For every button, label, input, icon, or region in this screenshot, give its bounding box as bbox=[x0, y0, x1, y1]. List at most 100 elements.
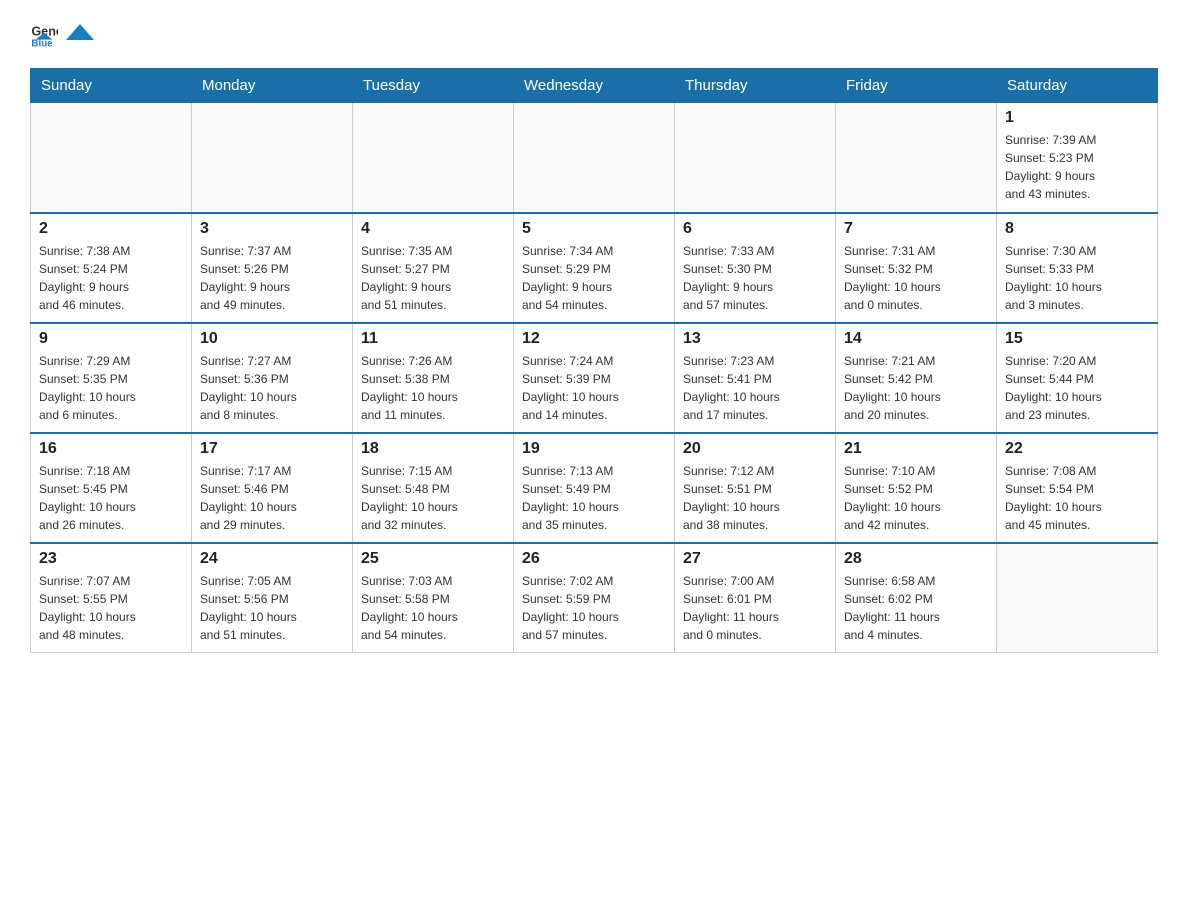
calendar-week-row: 9 Sunrise: 7:29 AM Sunset: 5:35 PM Daylig… bbox=[31, 323, 1158, 433]
day-info: Sunrise: 7:03 AM Sunset: 5:58 PM Dayligh… bbox=[361, 572, 505, 644]
day-number: 3 bbox=[200, 220, 344, 238]
calendar-day-cell: 3 Sunrise: 7:37 AM Sunset: 5:26 PM Daylig… bbox=[192, 213, 353, 323]
col-monday: Monday bbox=[192, 69, 353, 103]
day-info: Sunrise: 7:13 AM Sunset: 5:49 PM Dayligh… bbox=[522, 462, 666, 534]
day-info: Sunrise: 7:12 AM Sunset: 5:51 PM Dayligh… bbox=[683, 462, 827, 534]
svg-text:Blue: Blue bbox=[31, 39, 53, 48]
day-number: 13 bbox=[683, 330, 827, 348]
day-info: Sunrise: 7:34 AM Sunset: 5:29 PM Dayligh… bbox=[522, 242, 666, 314]
day-info: Sunrise: 7:08 AM Sunset: 5:54 PM Dayligh… bbox=[1005, 462, 1149, 534]
logo-triangle-icon bbox=[66, 20, 94, 48]
calendar-day-cell: 24 Sunrise: 7:05 AM Sunset: 5:56 PM Dayli… bbox=[192, 543, 353, 653]
calendar-day-cell: 11 Sunrise: 7:26 AM Sunset: 5:38 PM Dayli… bbox=[353, 323, 514, 433]
day-info: Sunrise: 7:37 AM Sunset: 5:26 PM Dayligh… bbox=[200, 242, 344, 314]
day-info: Sunrise: 7:30 AM Sunset: 5:33 PM Dayligh… bbox=[1005, 242, 1149, 314]
calendar-day-cell: 13Sunrise: 7:23 AM Sunset: 5:41 PM Dayli… bbox=[675, 323, 836, 433]
day-number: 11 bbox=[361, 330, 505, 348]
calendar-day-cell: 6 Sunrise: 7:33 AM Sunset: 5:30 PM Daylig… bbox=[675, 213, 836, 323]
calendar-day-cell: 12 Sunrise: 7:24 AM Sunset: 5:39 PM Dayli… bbox=[514, 323, 675, 433]
day-number: 10 bbox=[200, 330, 344, 348]
calendar-header-row: Sunday Monday Tuesday Wednesday Thursday… bbox=[31, 69, 1158, 103]
day-info: Sunrise: 7:18 AM Sunset: 5:45 PM Dayligh… bbox=[39, 462, 183, 534]
day-number: 26 bbox=[522, 550, 666, 568]
calendar-day-cell: 1 Sunrise: 7:39 AM Sunset: 5:23 PM Daylig… bbox=[997, 103, 1158, 213]
day-number: 16 bbox=[39, 440, 183, 458]
day-number: 24 bbox=[200, 550, 344, 568]
calendar-day-cell bbox=[353, 103, 514, 213]
calendar-week-row: 1 Sunrise: 7:39 AM Sunset: 5:23 PM Daylig… bbox=[31, 103, 1158, 213]
calendar-table: Sunday Monday Tuesday Wednesday Thursday… bbox=[30, 68, 1158, 653]
day-info: Sunrise: 7:07 AM Sunset: 5:55 PM Dayligh… bbox=[39, 572, 183, 644]
day-info: Sunrise: 7:31 AM Sunset: 5:32 PM Dayligh… bbox=[844, 242, 988, 314]
day-info: Sunrise: 7:10 AM Sunset: 5:52 PM Dayligh… bbox=[844, 462, 988, 534]
day-number: 6 bbox=[683, 220, 827, 238]
day-number: 8 bbox=[1005, 220, 1149, 238]
day-number: 19 bbox=[522, 440, 666, 458]
day-number: 18 bbox=[361, 440, 505, 458]
day-number: 4 bbox=[361, 220, 505, 238]
day-info: Sunrise: 7:26 AM Sunset: 5:38 PM Dayligh… bbox=[361, 352, 505, 424]
day-info: Sunrise: 7:29 AM Sunset: 5:35 PM Dayligh… bbox=[39, 352, 183, 424]
day-info: Sunrise: 7:38 AM Sunset: 5:24 PM Dayligh… bbox=[39, 242, 183, 314]
calendar-day-cell: 4 Sunrise: 7:35 AM Sunset: 5:27 PM Daylig… bbox=[353, 213, 514, 323]
col-saturday: Saturday bbox=[997, 69, 1158, 103]
day-number: 9 bbox=[39, 330, 183, 348]
logo-icon: General Blue bbox=[30, 20, 58, 48]
col-thursday: Thursday bbox=[675, 69, 836, 103]
calendar-day-cell: 7 Sunrise: 7:31 AM Sunset: 5:32 PM Daylig… bbox=[836, 213, 997, 323]
day-number: 20 bbox=[683, 440, 827, 458]
calendar-day-cell: 23 Sunrise: 7:07 AM Sunset: 5:55 PM Dayli… bbox=[31, 543, 192, 653]
logo: General Blue bbox=[30, 20, 96, 48]
calendar-day-cell: 21 Sunrise: 7:10 AM Sunset: 5:52 PM Dayli… bbox=[836, 433, 997, 543]
day-info: Sunrise: 7:33 AM Sunset: 5:30 PM Dayligh… bbox=[683, 242, 827, 314]
calendar-day-cell: 10 Sunrise: 7:27 AM Sunset: 5:36 PM Dayli… bbox=[192, 323, 353, 433]
calendar-day-cell: 18 Sunrise: 7:15 AM Sunset: 5:48 PM Dayli… bbox=[353, 433, 514, 543]
day-number: 1 bbox=[1005, 109, 1149, 127]
day-info: Sunrise: 7:27 AM Sunset: 5:36 PM Dayligh… bbox=[200, 352, 344, 424]
calendar-day-cell: 8 Sunrise: 7:30 AM Sunset: 5:33 PM Daylig… bbox=[997, 213, 1158, 323]
day-info: Sunrise: 7:39 AM Sunset: 5:23 PM Dayligh… bbox=[1005, 131, 1149, 203]
day-number: 17 bbox=[200, 440, 344, 458]
day-number: 21 bbox=[844, 440, 988, 458]
day-number: 7 bbox=[844, 220, 988, 238]
calendar-day-cell: 15 Sunrise: 7:20 AM Sunset: 5:44 PM Dayli… bbox=[997, 323, 1158, 433]
col-sunday: Sunday bbox=[31, 69, 192, 103]
day-info: Sunrise: 6:58 AM Sunset: 6:02 PM Dayligh… bbox=[844, 572, 988, 644]
calendar-day-cell: 16 Sunrise: 7:18 AM Sunset: 5:45 PM Dayli… bbox=[31, 433, 192, 543]
calendar-day-cell: 19 Sunrise: 7:13 AM Sunset: 5:49 PM Dayli… bbox=[514, 433, 675, 543]
calendar-day-cell: 28 Sunrise: 6:58 AM Sunset: 6:02 PM Dayli… bbox=[836, 543, 997, 653]
day-info: Sunrise: 7:15 AM Sunset: 5:48 PM Dayligh… bbox=[361, 462, 505, 534]
day-info: Sunrise: 7:00 AM Sunset: 6:01 PM Dayligh… bbox=[683, 572, 827, 644]
day-number: 2 bbox=[39, 220, 183, 238]
calendar-day-cell: 5Sunrise: 7:34 AM Sunset: 5:29 PM Daylig… bbox=[514, 213, 675, 323]
calendar-day-cell: 17 Sunrise: 7:17 AM Sunset: 5:46 PM Dayli… bbox=[192, 433, 353, 543]
day-info: Sunrise: 7:02 AM Sunset: 5:59 PM Dayligh… bbox=[522, 572, 666, 644]
day-info: Sunrise: 7:24 AM Sunset: 5:39 PM Dayligh… bbox=[522, 352, 666, 424]
col-tuesday: Tuesday bbox=[353, 69, 514, 103]
day-number: 27 bbox=[683, 550, 827, 568]
day-number: 12 bbox=[522, 330, 666, 348]
day-number: 15 bbox=[1005, 330, 1149, 348]
day-number: 25 bbox=[361, 550, 505, 568]
calendar-day-cell: 26 Sunrise: 7:02 AM Sunset: 5:59 PM Dayli… bbox=[514, 543, 675, 653]
day-info: Sunrise: 7:21 AM Sunset: 5:42 PM Dayligh… bbox=[844, 352, 988, 424]
day-number: 22 bbox=[1005, 440, 1149, 458]
calendar-day-cell: 2 Sunrise: 7:38 AM Sunset: 5:24 PM Daylig… bbox=[31, 213, 192, 323]
calendar-day-cell: 9 Sunrise: 7:29 AM Sunset: 5:35 PM Daylig… bbox=[31, 323, 192, 433]
day-number: 14 bbox=[844, 330, 988, 348]
calendar-week-row: 23 Sunrise: 7:07 AM Sunset: 5:55 PM Dayli… bbox=[31, 543, 1158, 653]
col-wednesday: Wednesday bbox=[514, 69, 675, 103]
day-info: Sunrise: 7:20 AM Sunset: 5:44 PM Dayligh… bbox=[1005, 352, 1149, 424]
day-info: Sunrise: 7:05 AM Sunset: 5:56 PM Dayligh… bbox=[200, 572, 344, 644]
calendar-day-cell: 22 Sunrise: 7:08 AM Sunset: 5:54 PM Dayli… bbox=[997, 433, 1158, 543]
col-friday: Friday bbox=[836, 69, 997, 103]
day-number: 23 bbox=[39, 550, 183, 568]
page-header: General Blue bbox=[30, 20, 1158, 48]
calendar-day-cell bbox=[675, 103, 836, 213]
day-info: Sunrise: 7:35 AM Sunset: 5:27 PM Dayligh… bbox=[361, 242, 505, 314]
calendar-day-cell: 14 Sunrise: 7:21 AM Sunset: 5:42 PM Dayli… bbox=[836, 323, 997, 433]
day-number: 28 bbox=[844, 550, 988, 568]
day-info: Sunrise: 7:17 AM Sunset: 5:46 PM Dayligh… bbox=[200, 462, 344, 534]
calendar-day-cell bbox=[31, 103, 192, 213]
calendar-day-cell: 25 Sunrise: 7:03 AM Sunset: 5:58 PM Dayli… bbox=[353, 543, 514, 653]
